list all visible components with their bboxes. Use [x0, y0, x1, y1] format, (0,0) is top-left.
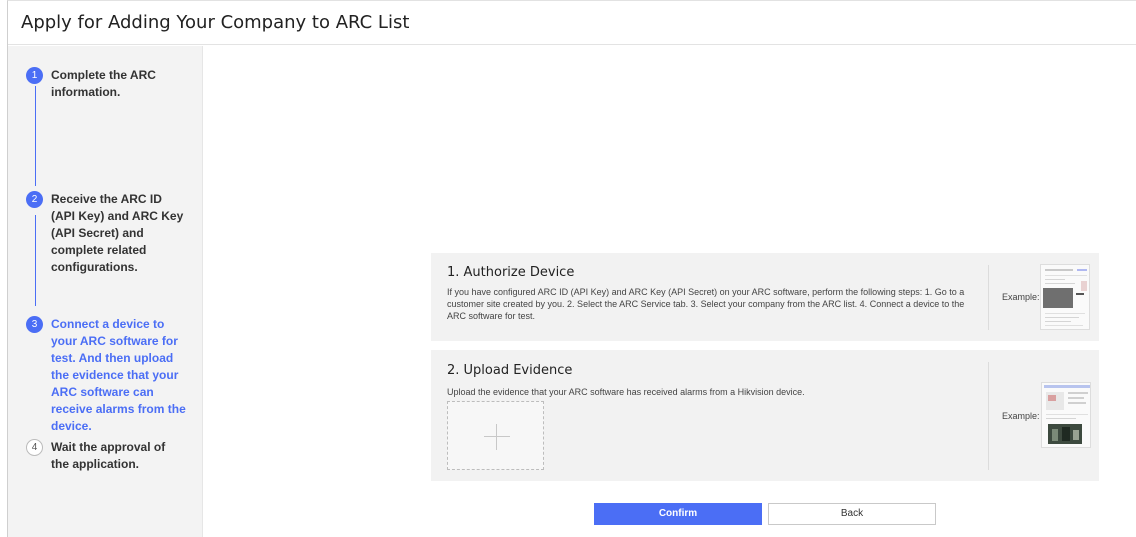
application-window: Apply for Adding Your Company to ARC Lis…	[7, 0, 1136, 537]
upload-example-label: Example:	[1002, 411, 1040, 421]
step-2-label: Receive the ARC ID (API Key) and ARC Key…	[51, 192, 184, 274]
authorize-device-title: 1. Authorize Device	[447, 265, 575, 280]
authorize-example-label: Example:	[1002, 292, 1040, 302]
upload-evidence-dropzone[interactable]	[447, 401, 544, 470]
page-title: Apply for Adding Your Company to ARC Lis…	[21, 12, 410, 33]
upload-evidence-card: 2. Upload Evidence Upload the evidence t…	[431, 350, 1099, 481]
step-2-number: 2	[26, 191, 43, 208]
step-3-number: 3	[26, 316, 43, 333]
page-header: Apply for Adding Your Company to ARC Lis…	[8, 1, 1136, 45]
authorize-example-screenshot	[1041, 265, 1089, 329]
steps-sidebar: 1 Complete the ARC information. 2 Receiv…	[8, 46, 203, 537]
upload-evidence-description: Upload the evidence that your ARC softwa…	[447, 387, 805, 397]
step-connector-1	[35, 86, 36, 186]
back-button[interactable]: Back	[768, 503, 936, 525]
step-4-label: Wait the approval of the application.	[51, 440, 166, 471]
authorize-device-card: 1. Authorize Device If you have configur…	[431, 253, 1099, 341]
upload-example-image[interactable]	[1041, 382, 1091, 448]
authorize-device-description: If you have configured ARC ID (API Key) …	[447, 287, 965, 321]
step-4-number: 4	[26, 439, 43, 456]
upload-evidence-title: 2. Upload Evidence	[447, 363, 573, 378]
step-3-label: Connect a device to your ARC software fo…	[51, 317, 186, 433]
upload-divider	[988, 362, 989, 470]
step-1-label: Complete the ARC information.	[51, 68, 156, 99]
authorize-example-image[interactable]	[1040, 264, 1090, 330]
step-connector-2	[35, 215, 36, 306]
confirm-button[interactable]: Confirm	[594, 503, 762, 525]
upload-example-screenshot	[1042, 383, 1090, 447]
authorize-divider	[988, 265, 989, 330]
step-1-number: 1	[26, 67, 43, 84]
